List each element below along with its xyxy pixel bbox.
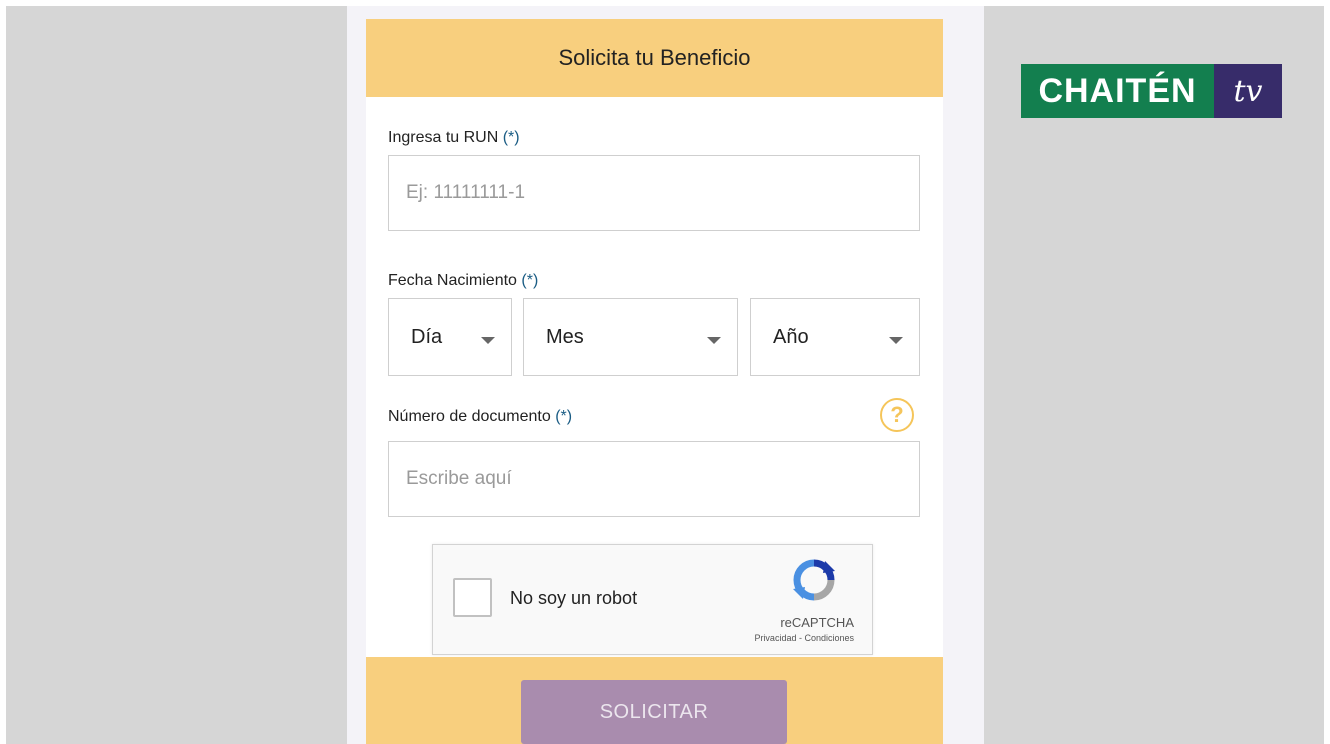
- captcha-checkbox[interactable]: [453, 578, 492, 617]
- month-select-value: Mes: [546, 325, 584, 348]
- month-select[interactable]: Mes: [523, 298, 738, 376]
- chevron-down-icon: [707, 336, 721, 344]
- run-placeholder: Ej: 11111111-1: [406, 182, 526, 203]
- day-select[interactable]: Día: [388, 298, 512, 376]
- run-label: Ingresa tu RUN (*): [388, 129, 520, 147]
- birth-date-label-text: Fecha Nacimiento: [388, 272, 517, 289]
- chevron-down-icon: [889, 336, 903, 344]
- birth-date-label: Fecha Nacimiento (*): [388, 272, 538, 290]
- document-label-text: Número de documento: [388, 408, 551, 425]
- recaptcha-links[interactable]: Privacidad - Condiciones: [754, 633, 854, 643]
- captcha-label: No soy un robot: [510, 588, 638, 608]
- benefit-form: Solicita tu Beneficio Ingresa tu RUN (*)…: [366, 19, 943, 744]
- form-footer: SOLICITAR: [366, 657, 943, 744]
- form-header: Solicita tu Beneficio: [366, 19, 943, 97]
- help-icon[interactable]: ?: [880, 398, 914, 432]
- recaptcha-icon: [793, 559, 835, 601]
- run-label-text: Ingresa tu RUN: [388, 129, 499, 146]
- birth-date-required-mark: (*): [521, 272, 539, 289]
- submit-button[interactable]: SOLICITAR: [521, 680, 787, 744]
- document-input[interactable]: Escribe aquí: [388, 441, 920, 517]
- chevron-down-icon: [481, 336, 495, 344]
- document-label: Número de documento (*): [388, 408, 572, 426]
- year-select-value: Año: [773, 325, 809, 348]
- run-input[interactable]: Ej: 11111111-1: [388, 155, 920, 231]
- year-select[interactable]: Año: [750, 298, 920, 376]
- run-required-mark: (*): [502, 129, 520, 146]
- chaiten-tv-logo: CHAITÉN tv: [1021, 64, 1282, 118]
- form-title: Solicita tu Beneficio: [558, 45, 751, 70]
- document-placeholder: Escribe aquí: [406, 468, 512, 489]
- document-required-mark: (*): [555, 408, 573, 425]
- recaptcha-widget: No soy un robot reCAPTCHA Privacidad - C…: [432, 544, 873, 655]
- logo-main-text: CHAITÉN: [1021, 64, 1214, 118]
- day-select-value: Día: [411, 325, 443, 348]
- recaptcha-brand: reCAPTCHA: [780, 615, 854, 630]
- logo-tv-text: tv: [1214, 64, 1282, 118]
